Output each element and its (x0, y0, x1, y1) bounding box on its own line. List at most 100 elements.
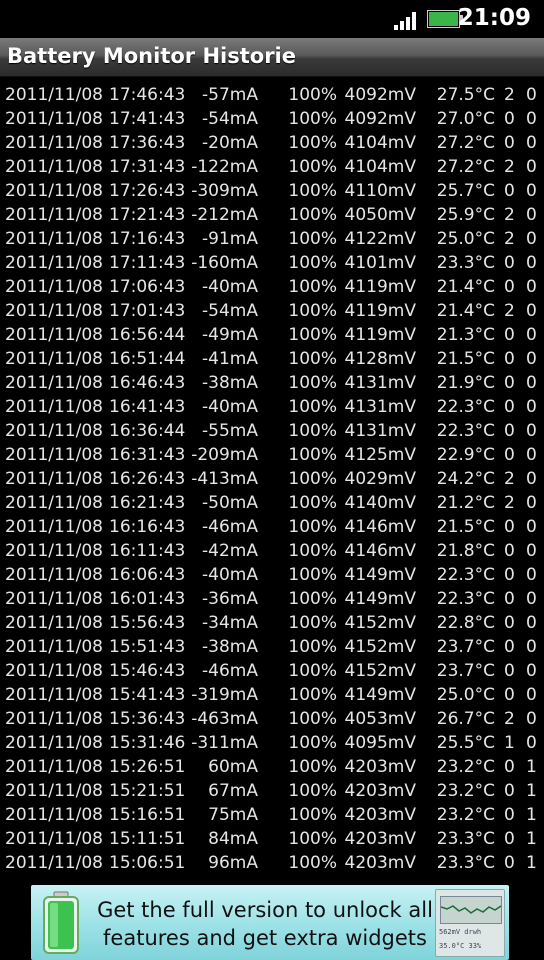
title-bar: Battery Monitor Historie (0, 38, 544, 77)
log-current: -50mA (202, 493, 258, 513)
log-voltage: 4131mV (344, 421, 416, 441)
log-voltage: 4095mV (344, 733, 416, 753)
log-date: 2011/11/08 (5, 157, 103, 177)
log-row: 2011/11/08 17:06:43 -40mA 100% 4119mV 21.4°C 0… (0, 275, 544, 299)
status-time: 21:09 (457, 5, 531, 31)
log-date: 2011/11/08 (5, 589, 103, 609)
scroll-fade (0, 870, 544, 886)
log-current: -309mA (191, 181, 258, 201)
log-current: -40mA (202, 565, 258, 585)
log-row: 2011/11/08 16:41:43 -40mA 100% 4131mV 22.3°C 0… (0, 395, 544, 419)
log-date: 2011/11/08 (5, 493, 103, 513)
log-current: -38mA (202, 373, 258, 393)
log-flag-b: 0 (526, 301, 537, 321)
log-time: 16:56:44 (109, 325, 186, 345)
log-temperature: 25.0°C (436, 229, 495, 249)
log-flag-a: 0 (504, 613, 515, 633)
log-flag-a: 2 (504, 157, 515, 177)
log-temperature: 25.5°C (436, 733, 495, 753)
log-row: 2011/11/08 16:51:44 -41mA 100% 4128mV 21.5°C 0… (0, 347, 544, 371)
log-current: -36mA (202, 589, 258, 609)
log-row: 2011/11/08 17:31:43 -122mA 100% 4104mV 27.2°C… (0, 155, 544, 179)
log-flag-b: 0 (526, 493, 537, 513)
log-row: 2011/11/08 15:56:43 -34mA 100% 4152mV 22.8°C 0… (0, 611, 544, 635)
log-time: 16:36:44 (109, 421, 186, 441)
ad-line-2: features and get extra widgets (103, 926, 427, 950)
log-flag-a: 0 (504, 349, 515, 369)
log-temperature: 23.7°C (436, 661, 495, 681)
log-current: -212mA (191, 205, 258, 225)
log-time: 16:46:43 (109, 373, 186, 393)
log-percent: 100% (288, 805, 337, 825)
log-flag-a: 0 (504, 565, 515, 585)
log-row: 2011/11/08 15:36:43 -463mA 100% 4053mV 26.7°C… (0, 707, 544, 731)
log-temperature: 24.2°C (436, 469, 495, 489)
log-flag-a: 2 (504, 301, 515, 321)
log-flag-a: 2 (504, 229, 515, 249)
log-row: 2011/11/08 15:46:43 -46mA 100% 4152mV 23.7°C 0… (0, 659, 544, 683)
log-row: 2011/11/08 17:41:43 -54mA 100% 4092mV 27.0°C 0… (0, 107, 544, 131)
log-date: 2011/11/08 (5, 709, 103, 729)
log-voltage: 4131mV (344, 373, 416, 393)
log-voltage: 4104mV (344, 157, 416, 177)
log-percent: 100% (288, 733, 337, 753)
ad-line-1: Get the full version to unlock all (97, 898, 433, 922)
log-temperature: 22.8°C (436, 613, 495, 633)
log-time: 17:01:43 (109, 301, 186, 321)
log-row: 2011/11/08 17:11:43 -160mA 100% 4101mV 23.3°C… (0, 251, 544, 275)
log-date: 2011/11/08 (5, 805, 103, 825)
log-percent: 100% (288, 85, 337, 105)
log-voltage: 4203mV (344, 757, 416, 777)
log-voltage: 4125mV (344, 445, 416, 465)
log-current: -311mA (191, 733, 258, 753)
log-date: 2011/11/08 (5, 109, 103, 129)
log-temperature: 27.2°C (436, 157, 495, 177)
log-flag-b: 0 (526, 517, 537, 537)
widget-line-2: 35.0°C 33% (439, 942, 482, 950)
log-flag-a: 0 (504, 373, 515, 393)
log-percent: 100% (288, 349, 337, 369)
log-flag-b: 0 (526, 253, 537, 273)
log-flag-b: 0 (526, 397, 537, 417)
log-row: 2011/11/08 16:56:44 -49mA 100% 4119mV 21.3°C 0… (0, 323, 544, 347)
log-row: 2011/11/08 16:16:43 -46mA 100% 4146mV 21.5°C 0… (0, 515, 544, 539)
log-row: 2011/11/08 16:46:43 -38mA 100% 4131mV 21.9°C 0… (0, 371, 544, 395)
log-time: 16:31:43 (109, 445, 186, 465)
log-flag-a: 0 (504, 277, 515, 297)
log-current: -40mA (202, 277, 258, 297)
history-log[interactable]: 2011/11/08 17:46:43 -57mA 100% 4092mV 27.5°C 2… (0, 83, 544, 883)
log-date: 2011/11/08 (5, 277, 103, 297)
log-date: 2011/11/08 (5, 349, 103, 369)
log-flag-b: 0 (526, 445, 537, 465)
log-date: 2011/11/08 (5, 421, 103, 441)
log-flag-b: 0 (526, 325, 537, 345)
log-percent: 100% (288, 325, 337, 345)
log-percent: 100% (288, 709, 337, 729)
log-voltage: 4149mV (344, 685, 416, 705)
log-time: 17:41:43 (109, 109, 186, 129)
ad-banner[interactable]: Get the full version to unlock all featu… (31, 885, 509, 960)
log-flag-a: 0 (504, 661, 515, 681)
log-current: -122mA (191, 157, 258, 177)
log-percent: 100% (288, 493, 337, 513)
battery-widget-preview-icon: 562mV drwh 35.0°C 33% (435, 889, 505, 957)
log-voltage: 4131mV (344, 397, 416, 417)
log-temperature: 21.4°C (436, 277, 495, 297)
log-voltage: 4092mV (344, 85, 416, 105)
log-voltage: 4110mV (344, 181, 416, 201)
log-percent: 100% (288, 421, 337, 441)
log-temperature: 25.7°C (436, 181, 495, 201)
log-flag-b: 0 (526, 157, 537, 177)
log-temperature: 23.2°C (436, 805, 495, 825)
log-row: 2011/11/08 16:21:43 -50mA 100% 4140mV 21.2°C 2… (0, 491, 544, 515)
log-flag-b: 0 (526, 565, 537, 585)
log-row: 2011/11/08 17:46:43 -57mA 100% 4092mV 27.5°C 2… (0, 83, 544, 107)
log-row: 2011/11/08 16:01:43 -36mA 100% 4149mV 22.3°C 0… (0, 587, 544, 611)
log-flag-a: 0 (504, 757, 515, 777)
log-row: 2011/11/08 17:21:43 -212mA 100% 4050mV 25.9°C… (0, 203, 544, 227)
log-temperature: 27.5°C (436, 85, 495, 105)
log-time: 16:01:43 (109, 589, 186, 609)
log-temperature: 21.9°C (436, 373, 495, 393)
log-current: -57mA (202, 85, 258, 105)
log-flag-b: 0 (526, 277, 537, 297)
